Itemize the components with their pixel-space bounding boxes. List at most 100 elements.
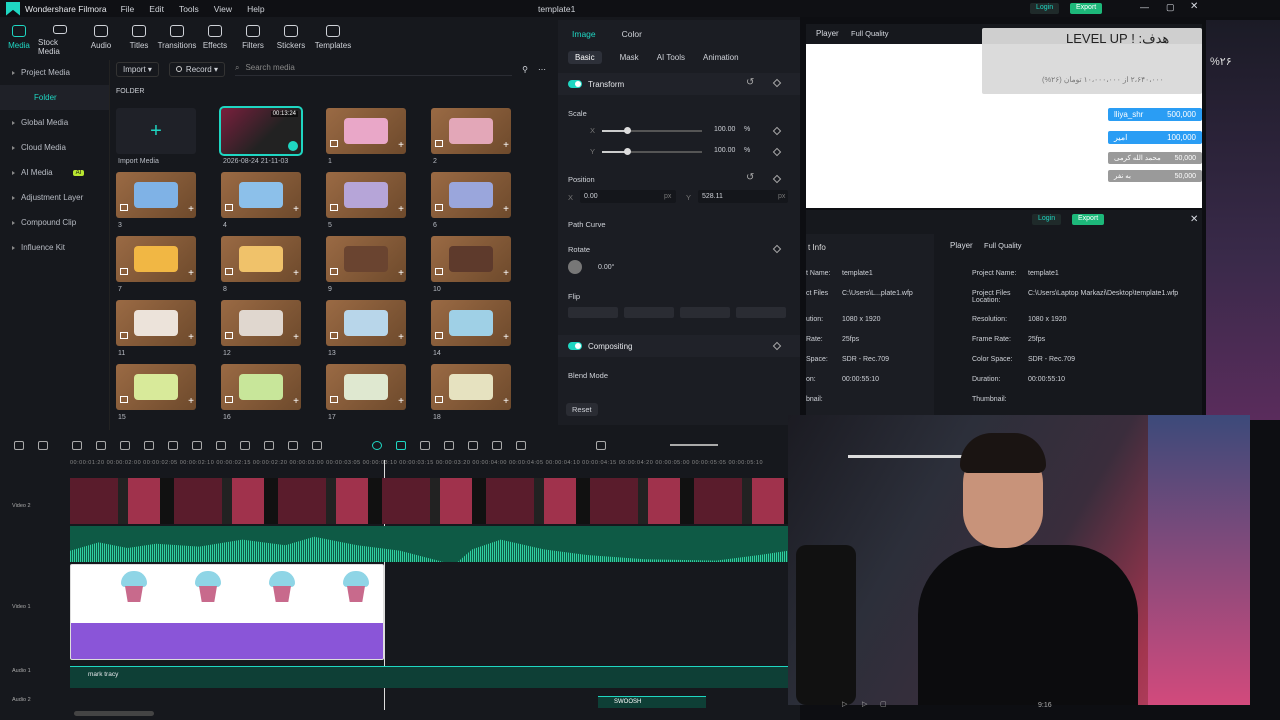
- keyframe-icon[interactable]: [772, 174, 782, 184]
- media-image-tile[interactable]: +13: [326, 300, 406, 360]
- marker-icon[interactable]: [420, 440, 430, 450]
- media-image-tile[interactable]: +8: [221, 236, 301, 296]
- compositing-section[interactable]: Compositing: [558, 335, 800, 357]
- scale-y-value[interactable]: 100.00: [714, 147, 735, 154]
- video-clip[interactable]: [70, 478, 788, 524]
- redo-icon[interactable]: [96, 440, 106, 450]
- media-image-tile[interactable]: +12: [221, 300, 301, 360]
- stop-icon[interactable]: ▢: [880, 700, 887, 708]
- filter-icon[interactable]: ⚲: [522, 65, 528, 74]
- color-icon[interactable]: [264, 440, 274, 450]
- audio-clip-swoosh[interactable]: SWOOSH: [598, 696, 706, 708]
- import-media-tile[interactable]: + Import Media: [116, 108, 196, 168]
- media-image-tile[interactable]: +16: [221, 364, 301, 424]
- media-image-tile[interactable]: +1: [326, 108, 406, 168]
- layout-icon[interactable]: [14, 440, 24, 450]
- text-icon[interactable]: [216, 440, 226, 450]
- keyframe-icon[interactable]: [772, 244, 782, 254]
- close-icon[interactable]: ✕: [1190, 1, 1198, 12]
- keyframe-icon[interactable]: [772, 126, 782, 136]
- pause-icon[interactable]: ▷: [862, 700, 867, 708]
- subtab-mask[interactable]: Mask: [620, 53, 639, 62]
- subtab-ai-tools[interactable]: AI Tools: [657, 53, 685, 62]
- add-icon[interactable]: +: [398, 204, 404, 215]
- info-tab[interactable]: t Info: [808, 243, 826, 252]
- add-icon[interactable]: +: [293, 396, 299, 407]
- add-icon[interactable]: +: [398, 140, 404, 151]
- sidebar-item-ai-media[interactable]: AI Media AI: [0, 160, 109, 185]
- reset-button[interactable]: Reset: [566, 403, 598, 416]
- transform-toggle[interactable]: [568, 80, 582, 88]
- add-icon[interactable]: +: [398, 396, 404, 407]
- media-image-tile[interactable]: +11: [116, 300, 196, 360]
- mixer-icon[interactable]: [492, 440, 502, 450]
- sidebar-item-project-media[interactable]: Project Media: [0, 60, 109, 85]
- tab-filters[interactable]: Filters: [234, 20, 272, 56]
- rotate-value[interactable]: 0.00°: [598, 264, 614, 271]
- tab-image[interactable]: Image: [572, 29, 596, 39]
- render-icon[interactable]: [372, 440, 382, 450]
- media-image-tile[interactable]: +6: [431, 172, 511, 232]
- menu-view[interactable]: View: [214, 4, 232, 14]
- rotate-right-button[interactable]: [736, 307, 786, 318]
- quality-dropdown[interactable]: Full Quality: [851, 29, 889, 38]
- close-icon[interactable]: ✕: [1190, 214, 1198, 225]
- media-image-tile[interactable]: +4: [221, 172, 301, 232]
- adjust-icon[interactable]: [312, 440, 322, 450]
- more-options-icon[interactable]: ⋯: [538, 65, 546, 74]
- aspect-ratio[interactable]: 9:16: [1038, 702, 1052, 709]
- add-icon[interactable]: +: [188, 204, 194, 215]
- add-icon[interactable]: +: [188, 268, 194, 279]
- zoom-out-icon[interactable]: [516, 440, 526, 450]
- media-image-tile[interactable]: +5: [326, 172, 406, 232]
- add-icon[interactable]: +: [503, 204, 509, 215]
- zoom-slider[interactable]: [670, 444, 718, 446]
- menu-tools[interactable]: Tools: [179, 4, 199, 14]
- flip-vertical-button[interactable]: [624, 307, 674, 318]
- import-dropdown[interactable]: Import ▾: [116, 61, 159, 77]
- login-button[interactable]: Login: [1030, 3, 1060, 14]
- transform-section[interactable]: Transform: [558, 73, 800, 95]
- menu-edit[interactable]: Edit: [149, 4, 164, 14]
- export-button[interactable]: Export: [1070, 3, 1103, 14]
- media-image-tile[interactable]: +7: [116, 236, 196, 296]
- media-image-tile[interactable]: +15: [116, 364, 196, 424]
- flip-horizontal-button[interactable]: [568, 307, 618, 318]
- slider-knob[interactable]: [624, 148, 631, 155]
- timeline-ruler[interactable]: 00:00:01:20 00:00:02:00 00:00:02:05 00:0…: [70, 460, 790, 468]
- subtab-animation[interactable]: Animation: [703, 53, 739, 62]
- scale-x-slider[interactable]: [602, 127, 702, 134]
- compositing-toggle[interactable]: [568, 342, 582, 350]
- reset-icon[interactable]: ↺: [746, 77, 754, 88]
- media-image-tile[interactable]: +3: [116, 172, 196, 232]
- sidebar-item-folder[interactable]: Folder: [0, 85, 109, 110]
- login-button[interactable]: Login: [1032, 214, 1062, 225]
- sidebar-item-adjustment-layer[interactable]: Adjustment Layer: [0, 185, 109, 210]
- add-icon[interactable]: +: [188, 396, 194, 407]
- add-icon[interactable]: +: [293, 204, 299, 215]
- tab-transitions[interactable]: Transitions: [158, 20, 196, 56]
- rotate-dial[interactable]: [568, 260, 582, 274]
- export-button[interactable]: Export: [1072, 214, 1105, 225]
- shield-icon[interactable]: [444, 440, 454, 450]
- position-x-input[interactable]: 0.00: [580, 190, 676, 203]
- keyframe-icon[interactable]: [772, 147, 782, 157]
- media-image-tile[interactable]: +2: [431, 108, 511, 168]
- crop-icon[interactable]: [168, 440, 178, 450]
- tab-effects[interactable]: Effects: [196, 20, 234, 56]
- add-icon[interactable]: +: [398, 268, 404, 279]
- play-icon[interactable]: ▷: [842, 700, 847, 708]
- sidebar-item-influence-kit[interactable]: Influence Kit: [0, 235, 109, 260]
- timeline-scrollbar[interactable]: [74, 711, 154, 716]
- sidebar-item-compound-clip[interactable]: Compound Clip: [0, 210, 109, 235]
- menu-help[interactable]: Help: [247, 4, 264, 14]
- delete-icon[interactable]: [120, 440, 130, 450]
- tab-titles[interactable]: Titles: [120, 20, 158, 56]
- position-y-input[interactable]: 528.11: [698, 190, 788, 203]
- speed-icon[interactable]: [192, 440, 202, 450]
- rotate-left-button[interactable]: [680, 307, 730, 318]
- add-icon[interactable]: +: [293, 332, 299, 343]
- snap-icon[interactable]: [396, 440, 406, 450]
- add-icon[interactable]: +: [503, 140, 509, 151]
- media-image-tile[interactable]: +18: [431, 364, 511, 424]
